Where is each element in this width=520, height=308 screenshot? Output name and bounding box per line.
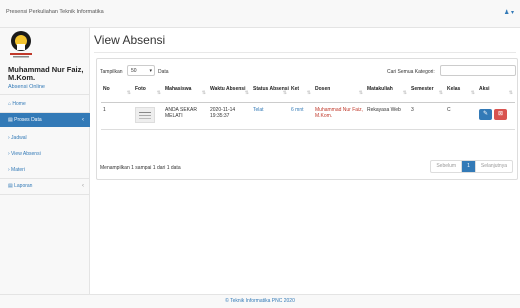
column-header[interactable]: Status Absensi ⇅ [251, 83, 289, 103]
attendance-panel: Tampilkan 50 ▾ Data Cari Semua Kategori:… [96, 58, 518, 180]
column-header[interactable]: Dosen ⇅ [313, 83, 365, 103]
cell-course: Rekayasa Web [365, 104, 409, 130]
pagination: Sebelum 1 Selanjutnya [430, 160, 513, 173]
page-length-select[interactable]: 50 ▾ [127, 65, 155, 76]
cell-no: 1 [101, 104, 133, 130]
edit-button[interactable]: ✎ [479, 109, 492, 120]
page-title: View Absensi [94, 33, 166, 47]
sidebar-item-proses-data[interactable]: ▤ Proses Data ‹ [0, 113, 90, 127]
delete-button[interactable]: ⊠ [494, 109, 507, 120]
brand-title[interactable]: Presensi Perkuliahan Teknik Informatika [6, 9, 104, 15]
cell-lecturer: Muhammad Nur Faiz, M.Kom. [313, 104, 365, 130]
column-header[interactable]: Ket ⇅ [289, 83, 313, 103]
footer: © Teknik Informatika PNC 2020 [0, 294, 520, 308]
sidebar-item-laporan[interactable]: ▤ Laporan ‹ [0, 180, 90, 192]
length-suffix: Data [158, 69, 169, 75]
divider [0, 178, 90, 179]
sidebar-item-home[interactable]: ⌂ Home [0, 98, 90, 110]
user-name: Muhammad Nur Faiz, M.Kom. [8, 65, 84, 82]
user-status: Absensi Online [8, 84, 45, 90]
search-label: Cari Semua Kategori: [387, 69, 435, 75]
column-header[interactable]: Aksi ⇅ [477, 83, 515, 103]
cell-note: 6 mnt [289, 104, 313, 130]
divider [0, 94, 90, 95]
table-info: Menampilkan 1 sampai 1 dari 1 data [100, 165, 181, 171]
column-header[interactable]: No ⇅ [101, 83, 133, 103]
student-photo[interactable] [135, 107, 155, 123]
status-badge: Telat [251, 104, 289, 130]
top-navbar: Presensi Perkuliahan Teknik Informatika … [0, 0, 520, 28]
user-menu-icon[interactable]: ♟ ▾ [504, 9, 514, 16]
prev-page-button[interactable]: Sebelum [431, 161, 463, 172]
sidebar-item-view-absensi[interactable]: › View Absensi [0, 148, 90, 160]
cell-student: ANDA SEKAR MELATI [163, 104, 208, 130]
chevron-left-icon: ‹ [82, 117, 84, 123]
page-1-button[interactable]: 1 [462, 161, 476, 172]
attendance-table: No ⇅ Foto ⇅ Mahasiswa ⇅ Waktu Absensi ⇅ Stat… [101, 83, 515, 131]
chevron-left-icon: ‹ [82, 183, 84, 189]
search-input[interactable] [440, 65, 516, 76]
column-header[interactable]: Matakuliah ⇅ [365, 83, 409, 103]
sidebar: Muhammad Nur Faiz, M.Kom. Absensi Online… [0, 28, 90, 294]
cell-class: C [445, 104, 477, 130]
sidebar-item-materi[interactable]: › Materi [0, 164, 90, 176]
divider [0, 194, 90, 195]
column-header[interactable]: Semester ⇅ [409, 83, 445, 103]
cell-actions: ✎ ⊠ [477, 104, 515, 130]
column-header[interactable]: Foto ⇅ [133, 83, 163, 103]
length-label: Tampilkan [100, 69, 123, 75]
cell-semester: 3 [409, 104, 445, 130]
column-header[interactable]: Kelas ⇅ [445, 83, 477, 103]
cell-time: 2020-11-14 19:35:37 [208, 104, 251, 130]
divider [94, 52, 516, 53]
column-header[interactable]: Mahasiswa ⇅ [163, 83, 208, 103]
chevron-down-icon: ▾ [149, 68, 152, 74]
column-header[interactable]: Waktu Absensi ⇅ [208, 83, 251, 103]
next-page-button[interactable]: Selanjutnya [476, 161, 512, 172]
university-logo [10, 31, 32, 58]
cell-photo [133, 104, 163, 130]
sidebar-item-jadwal[interactable]: › Jadwal [0, 132, 90, 144]
main-content: View Absensi Tampilkan 50 ▾ Data Cari Se… [90, 28, 520, 294]
